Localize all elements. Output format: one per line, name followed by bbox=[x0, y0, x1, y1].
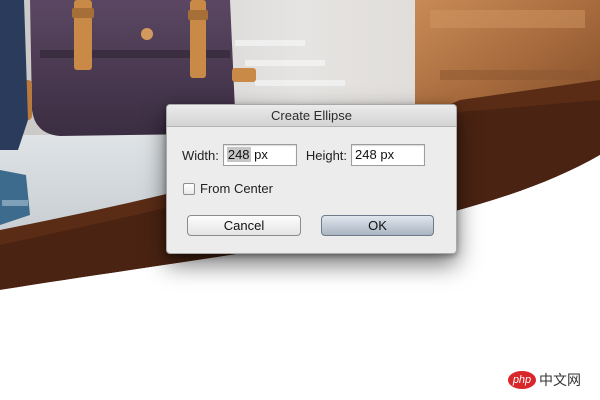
dialog-title: Create Ellipse bbox=[167, 105, 456, 127]
height-label: Height: bbox=[305, 147, 348, 163]
php-logo-icon: php bbox=[508, 371, 536, 389]
height-input[interactable]: 248 px bbox=[351, 144, 426, 166]
create-ellipse-dialog: Create Ellipse Width: 248 px Height: 248… bbox=[166, 104, 457, 254]
width-input[interactable]: 248 px bbox=[222, 144, 297, 166]
from-center-label: From Center bbox=[200, 181, 273, 196]
size-fields-row: Width: 248 px Height: 248 px bbox=[182, 143, 426, 167]
from-center-row[interactable]: From Center bbox=[183, 181, 273, 196]
ok-button[interactable]: OK bbox=[321, 215, 434, 236]
width-value-selection: 248 bbox=[226, 147, 251, 162]
watermark-text: 中文网 bbox=[539, 372, 581, 388]
cancel-button[interactable]: Cancel bbox=[187, 215, 301, 236]
screenshot-canvas: Create Ellipse Width: 248 px Height: 248… bbox=[0, 0, 600, 400]
width-label: Width: bbox=[182, 147, 219, 163]
site-watermark: php 中文网 bbox=[508, 370, 581, 390]
width-value-unit: px bbox=[250, 147, 268, 162]
from-center-checkbox[interactable] bbox=[183, 182, 195, 195]
